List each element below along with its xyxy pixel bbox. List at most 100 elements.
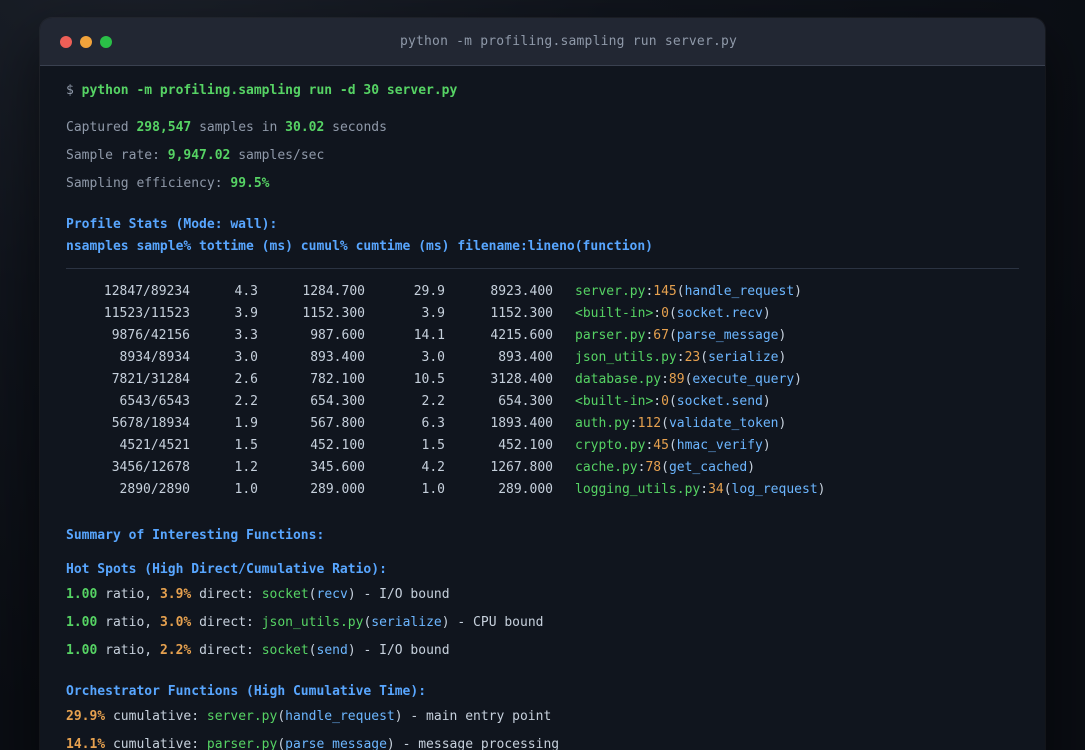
cumtime-cell: 1152.300 <box>490 306 553 321</box>
nsamples-cell: 3456/12678 <box>111 460 190 475</box>
colon-separator: : <box>653 306 662 321</box>
table-row: 2890/2890 1.0 289.000 1.0 289.000 logging_uti… <box>66 479 1019 501</box>
orchestrator-line: 29.9% cumulative: server.py(handle_reque… <box>66 709 552 724</box>
tottime-cell: 893.400 <box>310 350 365 365</box>
filename: crypto.py <box>575 438 646 453</box>
table-divider <box>66 268 1019 269</box>
open-paren: ( <box>668 306 677 321</box>
cumtime-cell: 8923.400 <box>490 284 553 299</box>
function-cell: cache.py:78(get_cached) <box>575 460 755 475</box>
cumul-pct-cell: 2.2 <box>421 394 445 409</box>
sample-pct-cell: 1.2 <box>234 460 258 475</box>
hotspot-line: 1.00 ratio, 3.9% direct: socket(recv) - … <box>66 587 450 602</box>
table-row: 8934/8934 3.0 893.400 3.0 893.400 json_utils.… <box>66 347 1019 369</box>
sample-pct-cell: 1.5 <box>234 438 258 453</box>
function-name: parse_message <box>285 737 387 750</box>
traffic-lights <box>60 35 112 48</box>
function-cell: server.py:145(handle_request) <box>575 284 802 299</box>
cumtime-cell: 1267.800 <box>490 460 553 475</box>
direct-pct: 3.9% <box>159 587 192 602</box>
colon-separator: : <box>700 482 709 497</box>
orchestrators-list: 29.9% cumulative: server.py(handle_reque… <box>66 703 1019 750</box>
ratio-value: 1.00 <box>66 587 98 602</box>
filename: server.py <box>575 284 646 299</box>
line-number: 78 <box>645 460 662 475</box>
function-name: hmac_verify <box>676 438 763 453</box>
function-cell: database.py:89(execute_query) <box>575 372 802 387</box>
orchestrators-heading: Orchestrator Functions (High Cumulative … <box>66 684 427 699</box>
open-paren: ( <box>661 416 669 431</box>
close-paren: ) <box>794 284 802 299</box>
tottime-cell: 567.800 <box>310 416 365 431</box>
colon-separator: : <box>676 350 685 365</box>
sample-pct-cell: 3.9 <box>234 306 258 321</box>
capture-stats: Captured 298,547 samples in 30.02 second… <box>66 114 1019 198</box>
tottime-cell: 345.600 <box>310 460 365 475</box>
sample-pct-cell: 4.3 <box>234 284 258 299</box>
sample-rate-value: 9,947.02 <box>167 148 231 163</box>
samples-count: 298,547 <box>136 120 192 135</box>
open-paren: ( <box>700 350 709 365</box>
table-row: 12847/89234 4.3 1284.700 29.9 8923.400 server… <box>66 281 1019 303</box>
filename: database.py <box>575 372 662 387</box>
cumtime-cell: 289.000 <box>498 482 553 497</box>
sample-pct-cell: 2.6 <box>234 372 258 387</box>
function-cell: logging_utils.py:34(log_request) <box>575 482 825 497</box>
line-number: 34 <box>708 482 724 497</box>
tottime-cell: 289.000 <box>310 482 365 497</box>
open-paren: ( <box>277 709 286 724</box>
filename: parser.py <box>575 328 646 343</box>
close-paren: ) <box>817 482 826 497</box>
line-number: 0 <box>661 394 669 409</box>
function-name: socket.send <box>676 394 763 409</box>
zoom-button[interactable] <box>100 35 112 48</box>
cumtime-cell: 4215.600 <box>490 328 553 343</box>
bound-note: - I/O bound <box>355 587 450 602</box>
nsamples-cell: 4521/4521 <box>119 438 190 453</box>
profile-table: 12847/89234 4.3 1284.700 29.9 8923.400 server… <box>66 281 1019 501</box>
filename: <built-in> <box>575 394 654 409</box>
close-button[interactable] <box>60 35 72 48</box>
command-line: $ python -m profiling.sampling run -d 30… <box>66 80 1019 102</box>
open-paren: ( <box>308 587 317 602</box>
efficiency-value: 99.5% <box>230 176 270 191</box>
cumul-pct-cell: 1.5 <box>421 438 445 453</box>
function-name: parse_message <box>676 328 779 343</box>
tottime-cell: 1152.300 <box>302 306 365 321</box>
minimize-button[interactable] <box>80 35 92 48</box>
cumtime-cell: 452.100 <box>498 438 553 453</box>
function-cell: auth.py:112(validate_token) <box>575 416 786 431</box>
prompt-symbol: $ <box>66 83 82 98</box>
bound-note: - CPU bound <box>449 615 544 630</box>
tottime-cell: 1284.700 <box>302 284 365 299</box>
nsamples-cell: 6543/6543 <box>119 394 190 409</box>
colon-separator: : <box>629 416 638 431</box>
terminal-body[interactable]: $ python -m profiling.sampling run -d 30… <box>40 66 1045 750</box>
cumul-pct-cell: 29.9 <box>413 284 445 299</box>
table-row: 7821/31284 2.6 782.100 10.5 3128.400 database… <box>66 369 1019 391</box>
duration-value: 30.02 <box>285 120 325 135</box>
open-paren: ( <box>668 394 677 409</box>
open-paren: ( <box>668 328 677 343</box>
target-name: server.py <box>206 709 278 724</box>
summary-heading: Summary of Interesting Functions: <box>66 528 325 543</box>
hotspot-line: 1.00 ratio, 3.0% direct: json_utils.py(s… <box>66 615 544 630</box>
stats-captured: Captured 298,547 samples in 30.02 second… <box>66 120 387 135</box>
ratio-value: 1.00 <box>66 615 98 630</box>
tottime-cell: 654.300 <box>310 394 365 409</box>
target-name: socket <box>261 643 309 658</box>
filename: auth.py <box>575 416 630 431</box>
nsamples-cell: 5678/18934 <box>111 416 190 431</box>
hotspot-line: 1.00 ratio, 2.2% direct: socket(send) - … <box>66 643 450 658</box>
table-row: 3456/12678 1.2 345.600 4.2 1267.800 cache.py:… <box>66 457 1019 479</box>
stats-efficiency: Sampling efficiency: 99.5% <box>66 176 270 191</box>
cumulative-pct: 14.1% <box>66 737 106 750</box>
role-note: - main entry point <box>402 709 552 724</box>
cumtime-cell: 654.300 <box>498 394 553 409</box>
target-name: parser.py <box>206 737 278 750</box>
nsamples-cell: 11523/11523 <box>103 306 190 321</box>
command-text: python -m profiling.sampling run -d 30 s… <box>81 83 458 98</box>
open-paren: ( <box>668 438 677 453</box>
hotspots-list: 1.00 ratio, 3.9% direct: socket(recv) - … <box>66 581 1019 665</box>
cumul-pct-cell: 1.0 <box>421 482 445 497</box>
